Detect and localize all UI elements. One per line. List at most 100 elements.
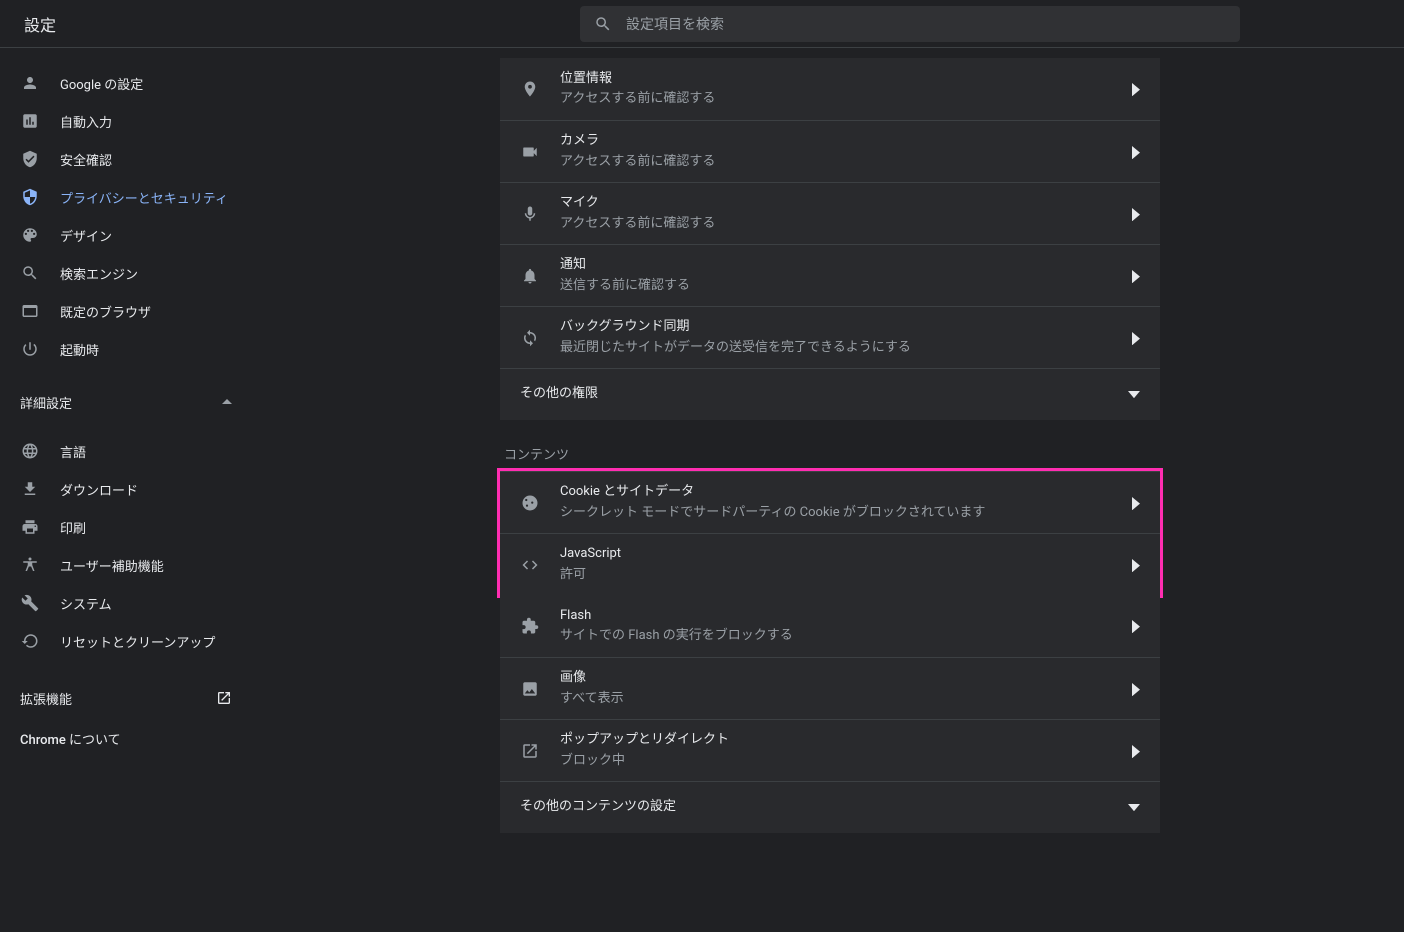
- sidebar-item-autofill[interactable]: 自動入力: [0, 102, 256, 140]
- sidebar-item-startup[interactable]: 起動時: [0, 330, 256, 368]
- setting-row-notifications[interactable]: 通知 送信する前に確認する: [500, 244, 1160, 306]
- row-subtitle: 最近閉じたサイトがデータの送受信を完了できるようにする: [560, 339, 1120, 357]
- content-section-label: コンテンツ: [500, 420, 1160, 471]
- sidebar-item-google[interactable]: Google の設定: [0, 64, 256, 102]
- download-icon: [20, 479, 40, 499]
- print-icon: [20, 517, 40, 537]
- chevron-right-icon: [1132, 620, 1140, 632]
- setting-row-flash[interactable]: Flash サイトでの Flash の実行をブロックする: [500, 595, 1160, 657]
- row-title: 通知: [560, 256, 1120, 274]
- sidebar-item-label: 起動時: [60, 340, 99, 359]
- setting-row-popups[interactable]: ポップアップとリダイレクト ブロック中: [500, 719, 1160, 781]
- chevron-right-icon: [1132, 683, 1140, 695]
- sidebar-item-label: 検索エンジン: [60, 264, 138, 283]
- sidebar-extensions[interactable]: 拡張機能: [0, 678, 256, 718]
- sidebar-item-label: 既定のブラウザ: [60, 302, 151, 321]
- row-title: カメラ: [560, 132, 1120, 150]
- row-subtitle: アクセスする前に確認する: [560, 90, 1120, 108]
- search-box[interactable]: [580, 6, 1240, 42]
- camera-icon: [520, 142, 540, 162]
- row-title: 位置情報: [560, 70, 1120, 88]
- sidebar-item-label: デザイン: [60, 226, 112, 245]
- sync-icon: [520, 328, 540, 348]
- row-title: マイク: [560, 194, 1120, 212]
- row-subtitle: ブロック中: [560, 752, 1120, 770]
- row-subtitle: アクセスする前に確認する: [560, 153, 1120, 171]
- sidebar-item-search-engine[interactable]: 検索エンジン: [0, 254, 256, 292]
- shield-check-icon: [20, 149, 40, 169]
- sidebar-item-print[interactable]: 印刷: [0, 508, 256, 546]
- bell-icon: [520, 266, 540, 286]
- location-icon: [520, 79, 540, 99]
- palette-icon: [20, 225, 40, 245]
- sidebar-item-safety[interactable]: 安全確認: [0, 140, 256, 178]
- row-title: Cookie とサイトデータ: [560, 483, 1120, 501]
- chevron-right-icon: [1132, 332, 1140, 344]
- advanced-toggle[interactable]: 詳細設定: [0, 380, 256, 424]
- setting-row-images[interactable]: 画像 すべて表示: [500, 657, 1160, 719]
- sidebar-item-label: ユーザー補助機能: [60, 556, 164, 575]
- chevron-right-icon: [1132, 83, 1140, 95]
- sidebar-item-label: ダウンロード: [60, 480, 138, 499]
- sidebar-item-language[interactable]: 言語: [0, 432, 256, 470]
- sidebar-item-label: リセットとクリーンアップ: [60, 632, 215, 651]
- setting-row-javascript[interactable]: JavaScript 許可: [500, 533, 1160, 595]
- row-subtitle: すべて表示: [560, 690, 1120, 708]
- mic-icon: [520, 204, 540, 224]
- sidebar-item-label: 印刷: [60, 518, 86, 537]
- row-title: 画像: [560, 669, 1120, 687]
- puzzle-icon: [520, 616, 540, 636]
- row-subtitle: アクセスする前に確認する: [560, 215, 1120, 233]
- row-subtitle: 送信する前に確認する: [560, 277, 1120, 295]
- advanced-label: 詳細設定: [20, 393, 72, 412]
- sidebar-item-label: 自動入力: [60, 112, 112, 131]
- chevron-up-icon: [222, 399, 232, 405]
- other-permissions-expander[interactable]: その他の権限: [500, 368, 1160, 420]
- chevron-right-icon: [1132, 146, 1140, 158]
- sidebar-item-privacy[interactable]: プライバシーとセキュリティ: [0, 178, 256, 216]
- row-subtitle: サイトでの Flash の実行をブロックする: [560, 627, 1120, 645]
- header: 設定: [0, 0, 1404, 48]
- row-title: その他の権限: [520, 385, 1116, 403]
- sidebar-item-reset[interactable]: リセットとクリーンアップ: [0, 622, 256, 660]
- setting-row-camera[interactable]: カメラ アクセスする前に確認する: [500, 120, 1160, 182]
- main-content: 位置情報 アクセスする前に確認する カメラ アクセスする前に確認する: [256, 48, 1404, 932]
- chevron-right-icon: [1132, 559, 1140, 571]
- about-label: Chrome について: [20, 729, 121, 748]
- chevron-down-icon: [1128, 391, 1140, 399]
- sidebar-item-label: 言語: [60, 442, 86, 461]
- highlighted-settings: Cookie とサイトデータ シークレット モードでサードパーティの Cooki…: [497, 468, 1163, 598]
- power-icon: [20, 339, 40, 359]
- sidebar-item-accessibility[interactable]: ユーザー補助機能: [0, 546, 256, 584]
- page-title: 設定: [24, 12, 580, 36]
- setting-row-cookies[interactable]: Cookie とサイトデータ シークレット モードでサードパーティの Cooki…: [500, 471, 1160, 533]
- sidebar-item-downloads[interactable]: ダウンロード: [0, 470, 256, 508]
- search-icon: [594, 15, 612, 33]
- row-title: Flash: [560, 607, 1120, 625]
- setting-row-location[interactable]: 位置情報 アクセスする前に確認する: [500, 58, 1160, 120]
- popup-icon: [520, 741, 540, 761]
- row-subtitle: シークレット モードでサードパーティの Cookie がブロックされています: [560, 504, 1120, 522]
- extensions-label: 拡張機能: [20, 689, 72, 708]
- row-title: バックグラウンド同期: [560, 318, 1120, 336]
- browser-icon: [20, 301, 40, 321]
- other-content-expander[interactable]: その他のコンテンツの設定: [500, 781, 1160, 833]
- search-input[interactable]: [626, 16, 1226, 32]
- sidebar-about[interactable]: Chrome について: [0, 718, 256, 758]
- person-icon: [20, 73, 40, 93]
- wrench-icon: [20, 593, 40, 613]
- setting-row-mic[interactable]: マイク アクセスする前に確認する: [500, 182, 1160, 244]
- chevron-right-icon: [1132, 745, 1140, 757]
- sidebar-item-label: プライバシーとセキュリティ: [60, 188, 228, 207]
- chevron-right-icon: [1132, 497, 1140, 509]
- sidebar-item-system[interactable]: システム: [0, 584, 256, 622]
- sidebar-item-default-browser[interactable]: 既定のブラウザ: [0, 292, 256, 330]
- sidebar-item-label: Google の設定: [60, 74, 143, 93]
- setting-row-bg-sync[interactable]: バックグラウンド同期 最近閉じたサイトがデータの送受信を完了できるようにする: [500, 306, 1160, 368]
- open-external-icon: [216, 690, 232, 706]
- chevron-right-icon: [1132, 208, 1140, 220]
- globe-icon: [20, 441, 40, 461]
- row-title: JavaScript: [560, 545, 1120, 563]
- row-subtitle: 許可: [560, 566, 1120, 584]
- sidebar-item-design[interactable]: デザイン: [0, 216, 256, 254]
